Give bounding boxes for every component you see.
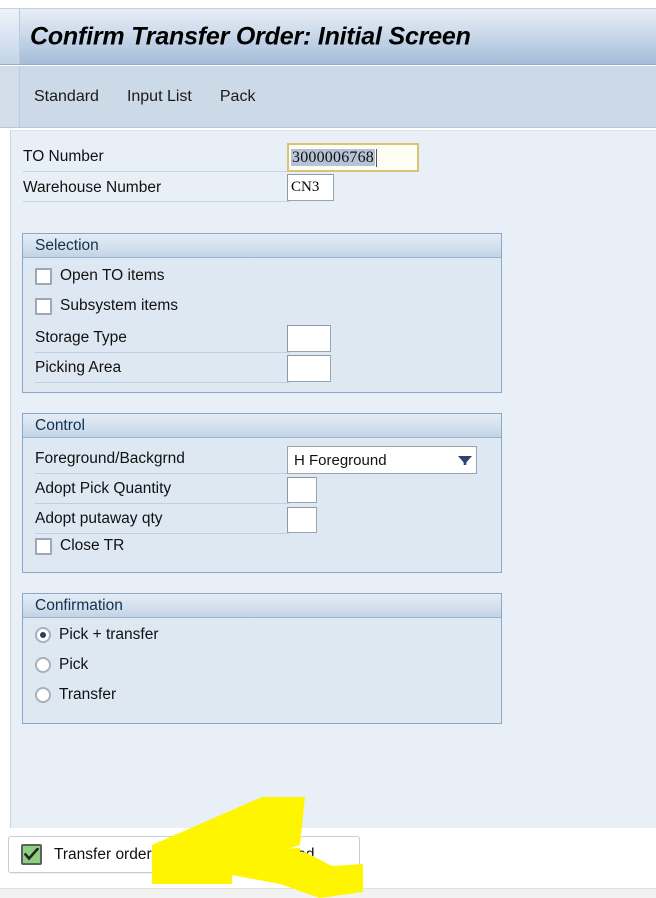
- chevron-down-icon[interactable]: [454, 454, 476, 466]
- control-group: Control Foreground/Backgrnd H Foreground: [22, 413, 502, 573]
- to-number-input[interactable]: 3000006768: [287, 143, 419, 172]
- adopt-putaway-qty-underline: [35, 533, 289, 534]
- toolbar-standard-button[interactable]: Standard: [32, 86, 101, 108]
- foreground-background-underline: [35, 473, 289, 474]
- text-cursor: [376, 148, 377, 167]
- confirmation-group-title: Confirmation: [35, 596, 123, 614]
- transfer-radio[interactable]: [35, 687, 51, 703]
- status-bar: Transfer order 3000006768 confirmed: [8, 836, 360, 873]
- sap-application-window: Confirm Transfer Order: Initial Screen S…: [0, 0, 656, 898]
- close-tr-row[interactable]: Close TR: [35, 537, 124, 555]
- warehouse-number-label: Warehouse Number: [23, 179, 162, 196]
- foreground-background-dropdown-value: H Foreground: [294, 451, 387, 469]
- storage-type-underline: [35, 352, 289, 353]
- selection-group-body: Open TO items Subsystem items Storage Ty…: [23, 258, 501, 391]
- pick-plus-transfer-label: Pick + transfer: [59, 626, 159, 643]
- storage-type-label: Storage Type: [35, 329, 127, 346]
- pick-row[interactable]: Pick: [35, 656, 88, 674]
- picking-area-label: Picking Area: [35, 359, 122, 376]
- close-tr-label: Close TR: [60, 537, 125, 554]
- application-toolbar: Standard Input List Pack: [0, 66, 656, 128]
- storage-type-input[interactable]: [287, 325, 331, 352]
- toolbar-left-strip: [0, 66, 20, 127]
- control-group-title: Control: [35, 416, 85, 434]
- window-title-bar: Confirm Transfer Order: Initial Screen: [0, 8, 656, 65]
- warehouse-number-row: Warehouse Number: [23, 176, 161, 200]
- adopt-pick-quantity-row: Adopt Pick Quantity: [35, 477, 171, 501]
- main-content-panel: TO Number 3000006768 Warehouse Number CN…: [10, 130, 656, 828]
- adopt-putaway-qty-input[interactable]: [287, 507, 317, 533]
- foreground-background-row: Foreground/Backgrnd: [35, 447, 185, 471]
- transfer-label: Transfer: [59, 686, 117, 703]
- open-to-items-checkbox[interactable]: [35, 267, 52, 285]
- confirmation-group: Confirmation Pick + transfer Pick Transf…: [22, 593, 502, 724]
- success-check-icon: [21, 844, 42, 865]
- confirmation-group-body: Pick + transfer Pick Transfer: [23, 618, 501, 722]
- pick-plus-transfer-row[interactable]: Pick + transfer: [35, 626, 159, 644]
- open-to-items-row[interactable]: Open TO items: [35, 267, 165, 285]
- adopt-pick-quantity-input[interactable]: [287, 477, 317, 503]
- picking-area-row: Picking Area: [35, 356, 121, 380]
- selection-group: Selection Open TO items Subsystem items …: [22, 233, 502, 393]
- pick-plus-transfer-radio[interactable]: [35, 627, 51, 643]
- transfer-row[interactable]: Transfer: [35, 686, 116, 704]
- toolbar-input-list-button[interactable]: Input List: [125, 86, 194, 108]
- status-message: Transfer order 3000006768 confirmed: [54, 845, 315, 863]
- warehouse-number-underline: [23, 201, 290, 202]
- selection-group-title: Selection: [35, 236, 99, 254]
- picking-area-input[interactable]: [287, 355, 331, 382]
- foreground-background-dropdown[interactable]: H Foreground: [287, 446, 477, 474]
- warehouse-number-input-value: CN3: [291, 179, 320, 195]
- to-number-row: TO Number: [23, 145, 104, 169]
- subsystem-items-checkbox[interactable]: [35, 297, 52, 315]
- toolbar-button-row: Standard Input List Pack: [32, 86, 257, 108]
- close-tr-checkbox[interactable]: [35, 537, 52, 555]
- warehouse-number-input[interactable]: CN3: [287, 174, 334, 201]
- confirmation-group-header: Confirmation: [23, 594, 501, 618]
- subsystem-items-label: Subsystem items: [60, 297, 179, 314]
- to-number-underline: [23, 171, 290, 172]
- control-group-header: Control: [23, 414, 501, 438]
- pick-label: Pick: [59, 656, 89, 673]
- adopt-pick-quantity-label: Adopt Pick Quantity: [35, 480, 172, 497]
- picking-area-underline: [35, 382, 289, 383]
- adopt-putaway-qty-row: Adopt putaway qty: [35, 507, 163, 531]
- window-bottom-strip: [0, 888, 656, 898]
- subsystem-items-row[interactable]: Subsystem items: [35, 297, 178, 315]
- title-bar-left-strip: [0, 9, 20, 64]
- open-to-items-label: Open TO items: [60, 267, 165, 284]
- to-number-label: TO Number: [23, 148, 104, 165]
- control-group-body: Foreground/Backgrnd H Foreground Adopt P…: [23, 438, 501, 571]
- adopt-pick-quantity-underline: [35, 503, 289, 504]
- foreground-background-label: Foreground/Backgrnd: [35, 450, 185, 467]
- to-number-input-value: 3000006768: [291, 149, 375, 166]
- page-title: Confirm Transfer Order: Initial Screen: [30, 22, 471, 50]
- adopt-putaway-qty-label: Adopt putaway qty: [35, 510, 163, 527]
- storage-type-row: Storage Type: [35, 326, 127, 350]
- pick-radio[interactable]: [35, 657, 51, 673]
- selection-group-header: Selection: [23, 234, 501, 258]
- toolbar-pack-button[interactable]: Pack: [218, 86, 258, 108]
